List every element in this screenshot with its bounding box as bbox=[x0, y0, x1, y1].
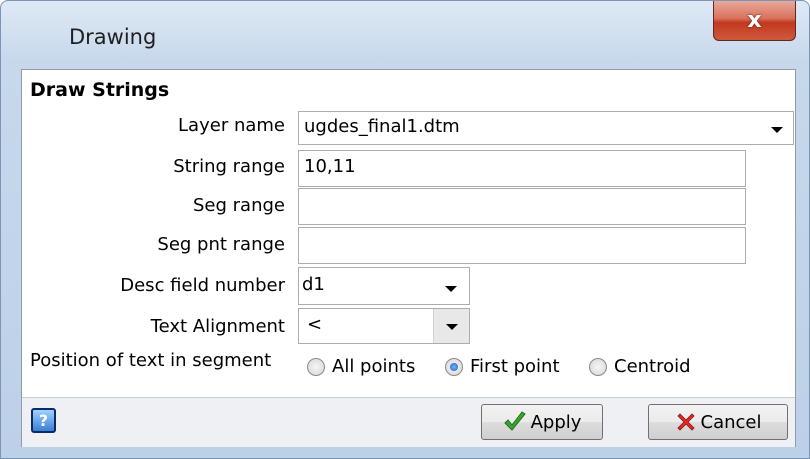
radio-first-point[interactable]: First point bbox=[445, 356, 560, 377]
checkmark-icon bbox=[503, 411, 526, 431]
help-button[interactable]: ? bbox=[31, 408, 56, 433]
cancel-label: Cancel bbox=[700, 411, 762, 433]
string-range-value: 10,11 bbox=[304, 156, 356, 177]
help-icon: ? bbox=[38, 411, 49, 430]
seg-range-label: Seg range bbox=[193, 195, 285, 216]
string-range-label: String range bbox=[173, 156, 285, 177]
desc-field-number-value: d1 bbox=[302, 274, 325, 295]
cancel-button[interactable]: Cancel bbox=[648, 404, 788, 440]
title-bar: Drawing x bbox=[1, 1, 809, 61]
layer-name-value: ugdes_final1.dtm bbox=[304, 116, 460, 137]
seg-pnt-range-input[interactable] bbox=[298, 227, 746, 264]
radio-all-points-label: All points bbox=[332, 356, 416, 377]
desc-field-number-label: Desc field number bbox=[120, 275, 285, 296]
chevron-down-icon[interactable] bbox=[445, 286, 457, 292]
dialog-window: Drawing x Draw Strings Layer name ugdes_… bbox=[0, 0, 810, 459]
chevron-down-icon[interactable] bbox=[771, 127, 783, 133]
text-alignment-value: < bbox=[307, 314, 323, 335]
seg-range-input[interactable] bbox=[298, 188, 746, 225]
section-title: Draw Strings bbox=[30, 79, 170, 101]
radio-first-point-label: First point bbox=[470, 356, 560, 377]
desc-field-number-dropdown[interactable]: d1 bbox=[298, 267, 470, 305]
red-x-icon bbox=[676, 413, 695, 431]
text-alignment-label: Text Alignment bbox=[150, 316, 285, 337]
button-bar: ? Apply Cancel bbox=[22, 397, 795, 447]
window-title: Drawing bbox=[69, 25, 157, 49]
radio-indicator bbox=[589, 357, 607, 376]
close-button[interactable]: x bbox=[713, 1, 796, 41]
position-label: Position of text in segment bbox=[30, 350, 272, 371]
radio-centroid-label: Centroid bbox=[614, 356, 691, 377]
text-alignment-dropdown[interactable]: < bbox=[298, 308, 470, 344]
close-icon: x bbox=[747, 8, 762, 33]
layer-name-label: Layer name bbox=[178, 115, 285, 136]
chevron-down-icon bbox=[446, 324, 458, 330]
apply-label: Apply bbox=[530, 411, 582, 433]
string-range-input[interactable]: 10,11 bbox=[298, 150, 746, 187]
radio-indicator bbox=[445, 357, 463, 376]
layer-name-dropdown[interactable]: ugdes_final1.dtm bbox=[298, 111, 794, 145]
radio-centroid[interactable]: Centroid bbox=[589, 356, 691, 377]
text-alignment-dropdown-button[interactable] bbox=[433, 309, 469, 343]
radio-indicator bbox=[307, 357, 325, 376]
seg-pnt-range-label: Seg pnt range bbox=[157, 234, 285, 255]
radio-all-points[interactable]: All points bbox=[307, 356, 415, 377]
client-area: Draw Strings Layer name ugdes_final1.dtm… bbox=[21, 69, 796, 447]
apply-button[interactable]: Apply bbox=[481, 404, 603, 440]
